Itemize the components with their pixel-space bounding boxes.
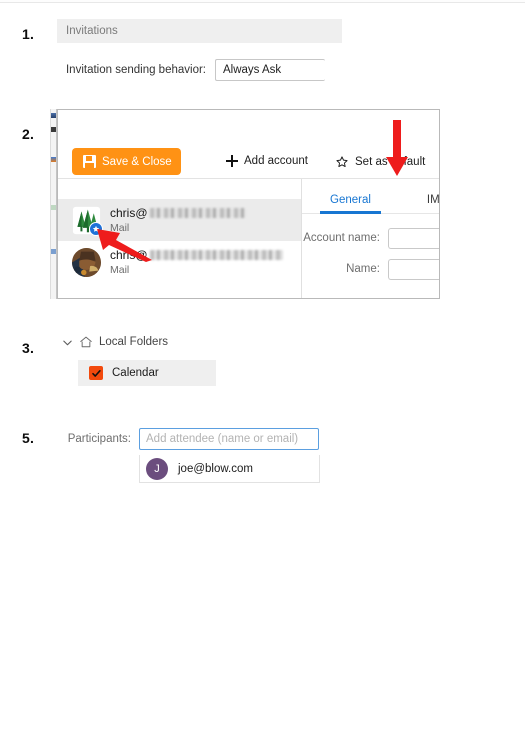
name-input[interactable] bbox=[387, 258, 439, 280]
account-email-redacted bbox=[149, 250, 283, 260]
star-outline-icon bbox=[336, 156, 348, 168]
account-name-input[interactable] bbox=[387, 227, 439, 249]
step-number-2: 2. bbox=[22, 126, 35, 142]
invitation-behavior-row: Invitation sending behavior: Always Ask bbox=[57, 58, 347, 82]
attendee-email: joe@blow.com bbox=[178, 462, 253, 475]
background-window-strip bbox=[50, 109, 57, 299]
attendee-avatar: J bbox=[146, 457, 168, 480]
screenshot-canvas: 1. Invitations Invitation sending behavi… bbox=[0, 0, 525, 750]
folder-item-calendar[interactable]: Calendar bbox=[78, 360, 216, 386]
participants-label: Participants: bbox=[67, 433, 131, 445]
add-account-label: Add account bbox=[244, 155, 308, 167]
account-email-prefix: chris@ bbox=[110, 248, 148, 262]
check-icon bbox=[91, 369, 101, 377]
default-account-star-badge bbox=[89, 221, 103, 236]
account-settings-toolbar: Save & Close Add account Set as default bbox=[58, 110, 439, 179]
account-email: chris@ bbox=[110, 248, 283, 262]
account-row[interactable]: chris@ Mail bbox=[58, 241, 301, 283]
name-label: Name: bbox=[346, 263, 380, 275]
account-detail-tabs: General IMAP bbox=[302, 187, 439, 214]
accounts-list: chris@ Mail chris@ Mail bbox=[58, 179, 302, 298]
step-number-1: 1. bbox=[22, 26, 35, 42]
invitation-behavior-input[interactable]: Always Ask bbox=[215, 59, 325, 81]
save-and-close-button[interactable]: Save & Close bbox=[72, 148, 181, 175]
chevron-down-icon[interactable] bbox=[62, 337, 73, 348]
account-row-selected[interactable]: chris@ Mail bbox=[58, 199, 301, 241]
add-account-button[interactable]: Add account bbox=[226, 155, 308, 167]
step-number-3: 3. bbox=[22, 340, 35, 356]
set-as-default-label: Set as default bbox=[355, 156, 426, 168]
tab-imap[interactable]: IMAP bbox=[417, 187, 439, 213]
tab-general[interactable]: General bbox=[320, 187, 381, 214]
account-name-label: Account name: bbox=[303, 232, 380, 244]
step-number-5: 5. bbox=[22, 430, 35, 446]
floppy-disk-icon bbox=[83, 155, 96, 168]
name-row: Name: bbox=[302, 258, 439, 280]
invitations-group-header: Invitations bbox=[57, 19, 342, 43]
account-settings-panel: Save & Close Add account Set as default bbox=[57, 109, 440, 299]
local-folders-label: Local Folders bbox=[99, 336, 169, 348]
account-text: chris@ Mail bbox=[110, 206, 246, 234]
window-top-edge bbox=[0, 0, 525, 3]
account-type: Mail bbox=[110, 222, 130, 234]
account-email-redacted bbox=[149, 208, 246, 218]
account-name-row: Account name: bbox=[302, 227, 439, 249]
attendee-suggestion-item[interactable]: J joe@blow.com bbox=[139, 455, 320, 483]
participants-row: Participants: Add attendee (name or emai… bbox=[57, 428, 319, 450]
photo-avatar-icon bbox=[72, 247, 101, 277]
calendar-checkbox[interactable] bbox=[89, 366, 103, 380]
set-as-default-button[interactable]: Set as default bbox=[335, 155, 425, 169]
invitation-behavior-label: Invitation sending behavior: bbox=[65, 64, 206, 76]
home-icon bbox=[80, 336, 92, 348]
avatar bbox=[72, 206, 103, 236]
save-and-close-label: Save & Close bbox=[102, 155, 172, 168]
avatar bbox=[72, 247, 101, 277]
participants-input[interactable]: Add attendee (name or email) bbox=[139, 428, 319, 450]
local-folders-header[interactable]: Local Folders bbox=[62, 335, 168, 349]
calendar-label: Calendar bbox=[112, 367, 159, 379]
star-icon bbox=[92, 225, 100, 232]
account-email-prefix: chris@ bbox=[110, 206, 148, 220]
plus-icon bbox=[226, 155, 238, 167]
account-email: chris@ bbox=[110, 206, 246, 220]
account-detail-pane: General IMAP Account name: Name: bbox=[302, 179, 439, 298]
invitations-group-title: Invitations bbox=[66, 25, 118, 37]
account-type: Mail bbox=[110, 264, 130, 276]
account-text: chris@ Mail bbox=[110, 248, 283, 276]
